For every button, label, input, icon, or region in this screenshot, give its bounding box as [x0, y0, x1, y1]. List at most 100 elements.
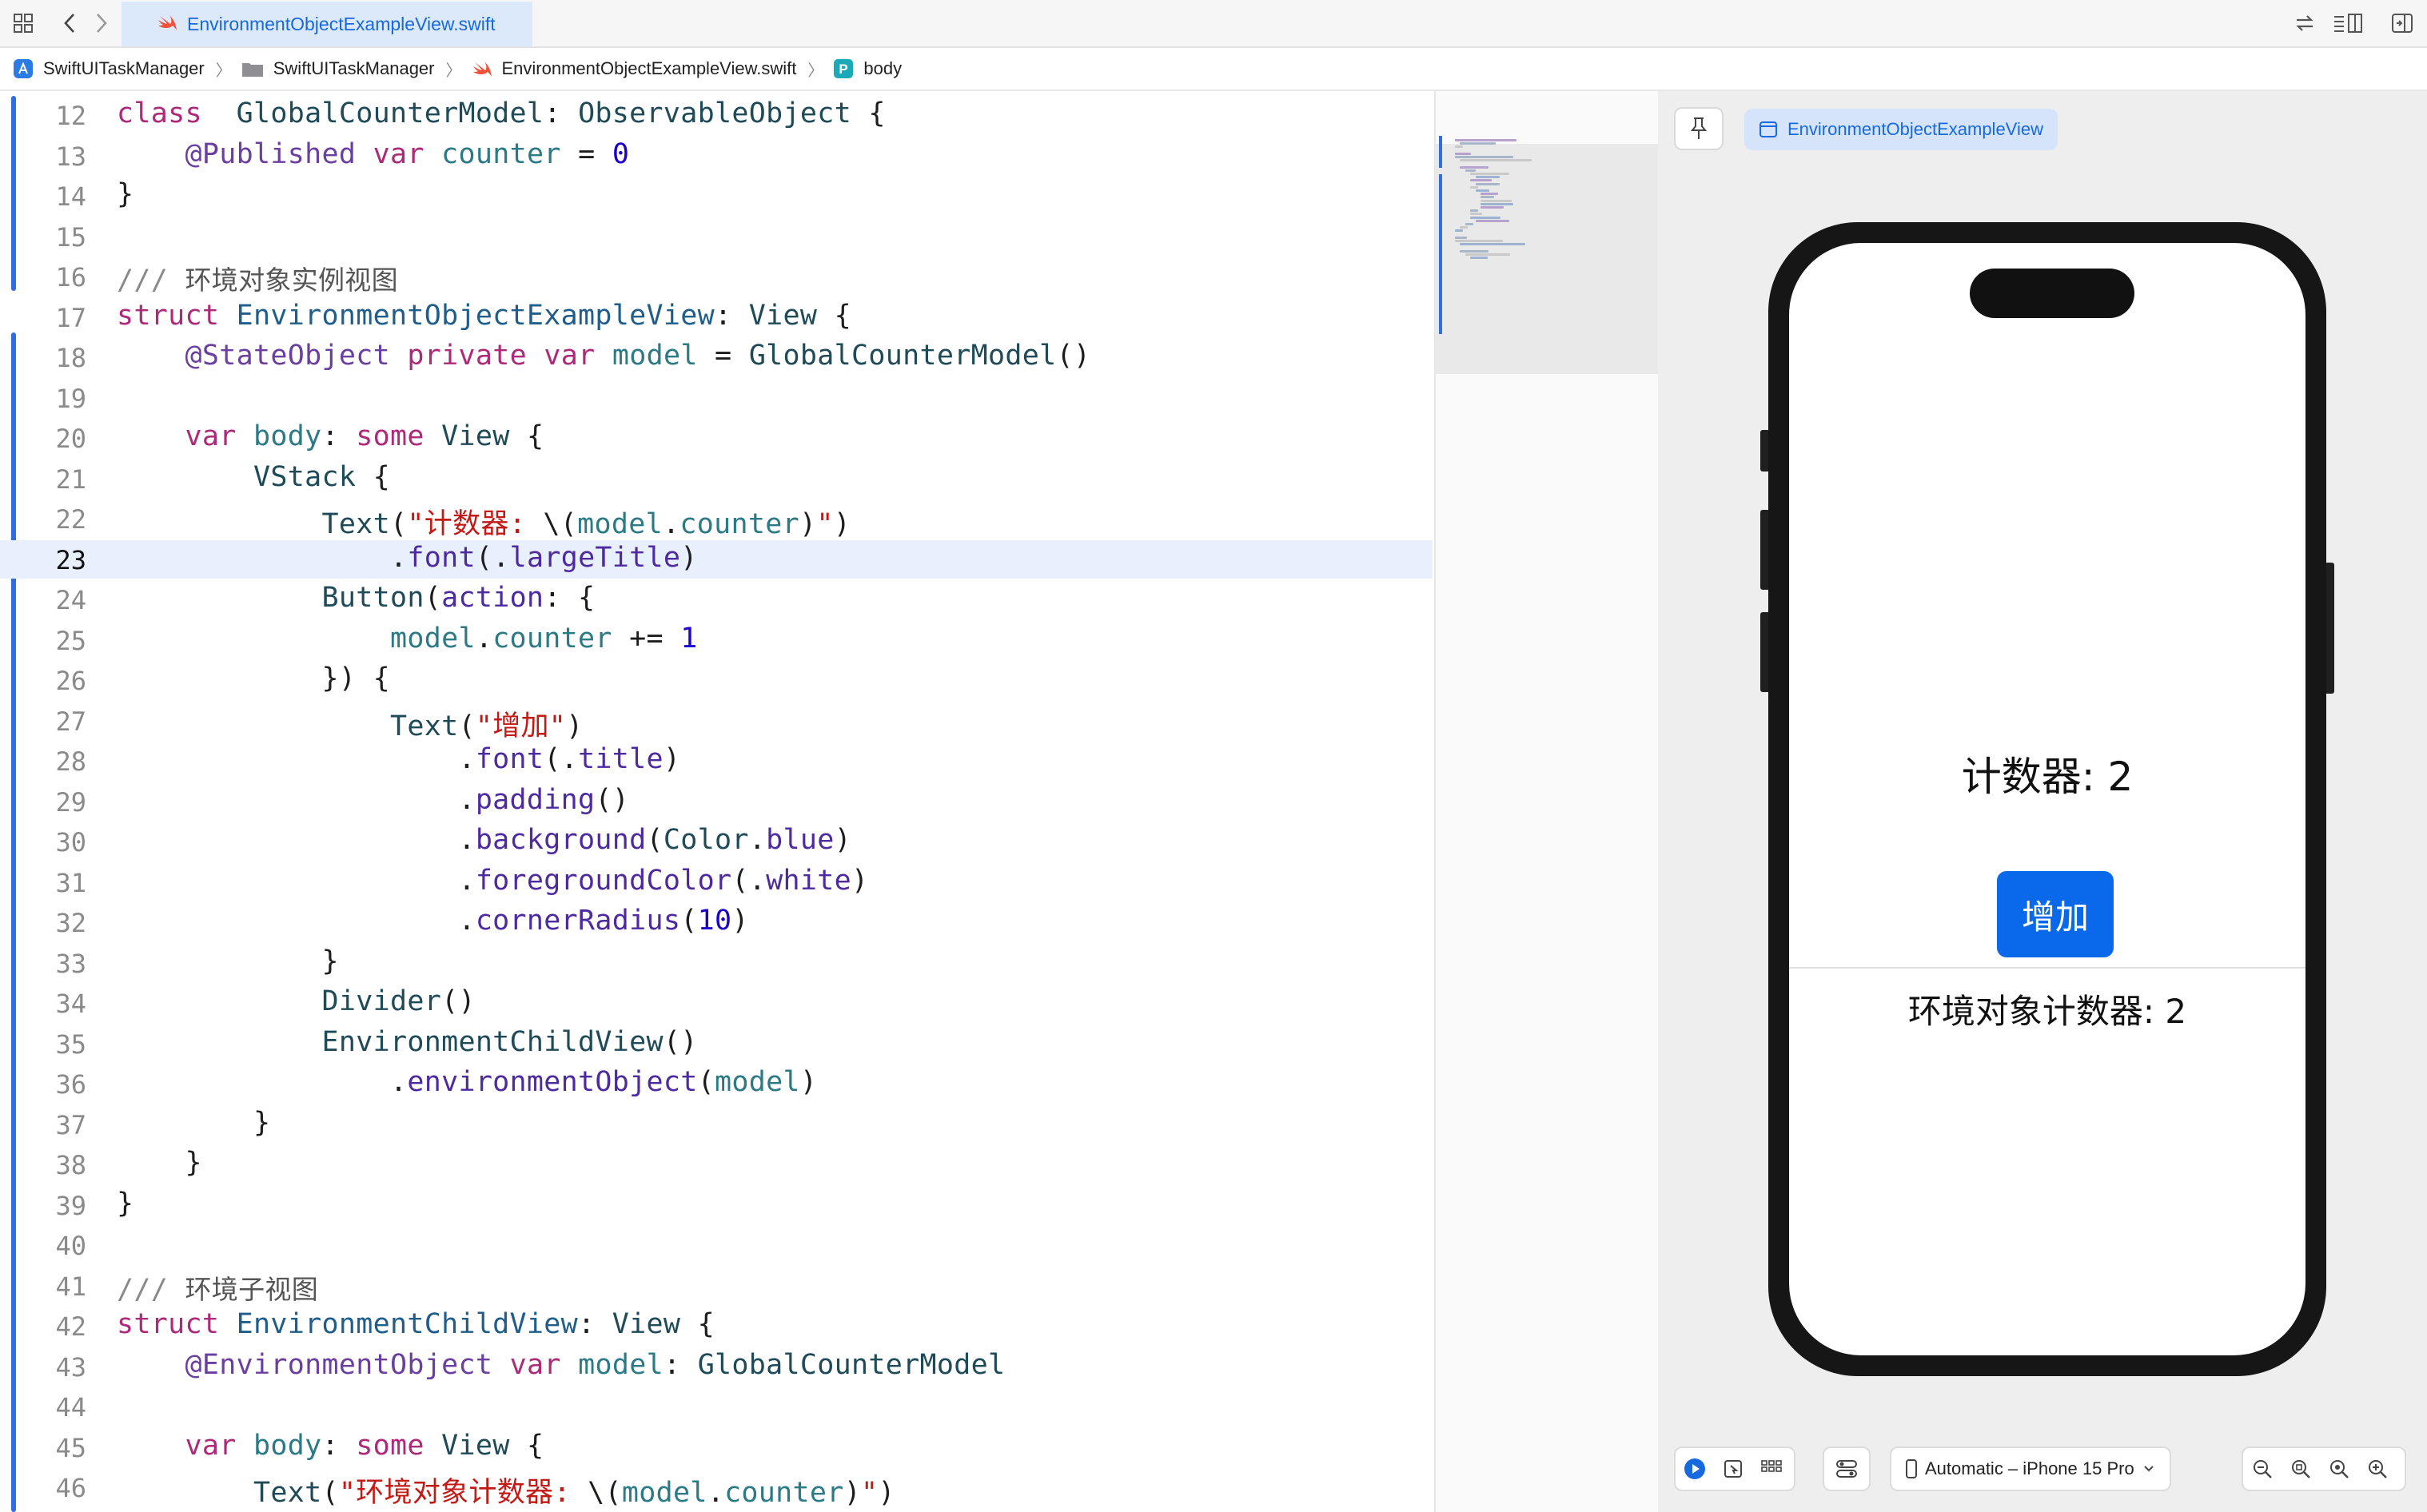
- minimap-line: [1465, 253, 1510, 256]
- code-line[interactable]: 34 Divider(): [0, 984, 1433, 1022]
- line-number: 32: [55, 908, 86, 938]
- code-line[interactable]: 27 Text("增加"): [0, 702, 1433, 742]
- code-text: Text("计数器: \(model.counter)"): [321, 508, 851, 540]
- tab-title: EnvironmentObjectExampleView.swift: [187, 13, 496, 34]
- code-line[interactable]: 26 }) {: [0, 661, 1433, 699]
- code-editor[interactable]: 12 class GlobalCounterModel: ObservableOb…: [0, 91, 1433, 1512]
- code-line[interactable]: 22 Text("计数器: \(model.counter)"): [0, 499, 1433, 540]
- breadcrumb-folder[interactable]: SwiftUITaskManager: [241, 58, 435, 79]
- code-line[interactable]: 47 .font(.title): [0, 1509, 1433, 1512]
- code-text: var body: some View {: [185, 1429, 544, 1462]
- forward-icon[interactable]: [90, 11, 114, 35]
- code-text: struct EnvironmentChildView: View {: [117, 1308, 715, 1340]
- code-text: }) {: [117, 662, 390, 694]
- line-number: 42: [55, 1311, 86, 1342]
- code-line[interactable]: 15: [0, 217, 1433, 256]
- breadcrumb-symbol[interactable]: P body: [833, 58, 902, 79]
- tab-active-file[interactable]: EnvironmentObjectExampleView.swift: [122, 2, 532, 46]
- code-line[interactable]: 44: [0, 1387, 1433, 1426]
- minimap-line: [1455, 240, 1503, 242]
- device-selector[interactable]: Automatic – iPhone 15 Pro: [1890, 1446, 2171, 1491]
- pin-icon: [1689, 117, 1708, 141]
- code-line[interactable]: 36 .environmentObject(model): [0, 1064, 1433, 1103]
- code-line[interactable]: 21 VStack {: [0, 460, 1433, 498]
- zoom-out-icon[interactable]: [2243, 1448, 2282, 1490]
- line-number: 31: [55, 867, 86, 898]
- code-line[interactable]: 12 class GlobalCounterModel: ObservableOb…: [0, 96, 1433, 134]
- code-line[interactable]: 13 @Published var counter = 0: [0, 137, 1433, 175]
- code-text: .font(.largeTitle): [117, 541, 698, 574]
- line-number: 15: [55, 221, 86, 253]
- code-line[interactable]: 24 Button(action: {: [0, 580, 1433, 619]
- device-icon: [1906, 1459, 1917, 1478]
- code-line[interactable]: 16 /// 环境对象实例视图: [0, 257, 1433, 296]
- line-number: 38: [55, 1150, 86, 1180]
- code-line[interactable]: 18 @StateObject private var model = Glob…: [0, 338, 1433, 376]
- line-number: 43: [55, 1351, 86, 1383]
- code-line[interactable]: 41 /// 环境子视图: [0, 1267, 1433, 1306]
- back-icon[interactable]: [58, 11, 82, 35]
- divider: [1789, 967, 2305, 969]
- sidebar-toggle-icon[interactable]: [2390, 11, 2414, 35]
- code-line[interactable]: 31 .foregroundColor(.white): [0, 863, 1433, 901]
- code-line[interactable]: 42 struct EnvironmentChildView: View {: [0, 1307, 1433, 1345]
- code-line[interactable]: 39}: [0, 1186, 1433, 1224]
- zoom-actual-icon[interactable]: [2358, 1448, 2397, 1490]
- minimap-line: [1460, 249, 1489, 253]
- code-line[interactable]: 38 }: [0, 1145, 1433, 1184]
- line-number: 14: [55, 181, 86, 212]
- code-line[interactable]: 20 var body: some View {: [0, 419, 1433, 457]
- code-line[interactable]: 23 .font(.largeTitle): [0, 539, 1433, 579]
- code-line[interactable]: 28 .font(.title): [0, 742, 1433, 780]
- code-line[interactable]: 14}: [0, 177, 1433, 215]
- zoom-fit-icon[interactable]: [2282, 1448, 2320, 1490]
- code-line[interactable]: 25 model.counter += 1: [0, 621, 1433, 659]
- code-line[interactable]: 43 @EnvironmentObject var model: GlobalC…: [0, 1347, 1433, 1386]
- zoom-in-icon[interactable]: [2320, 1448, 2358, 1490]
- code-line[interactable]: 29 .padding(): [0, 782, 1433, 821]
- chevron-right-icon: 〉: [215, 62, 232, 80]
- minimap[interactable]: [1434, 91, 1660, 1512]
- code-text: Text("增加"): [389, 710, 584, 742]
- breadcrumb-project[interactable]: SwiftUITaskManager: [13, 58, 205, 79]
- minimap-line: [1455, 139, 1516, 141]
- code-text: /// 环境子视图: [117, 1273, 318, 1306]
- minimap-line: [1465, 169, 1477, 172]
- code-line[interactable]: 37 }: [0, 1105, 1433, 1144]
- line-number: 18: [55, 343, 86, 373]
- select-icon[interactable]: [1714, 1448, 1752, 1490]
- code-line[interactable]: 32 .cornerRadius(10): [0, 903, 1433, 941]
- code-line[interactable]: 17 struct EnvironmentObjectExampleView: V…: [0, 298, 1433, 336]
- environment-counter-label: 环境对象计数器: 2: [1907, 992, 2187, 1031]
- code-text: class GlobalCounterModel: ObservableObje…: [117, 97, 886, 129]
- minimap-viewport[interactable]: [1436, 144, 1658, 374]
- code-line[interactable]: 35 EnvironmentChildView(): [0, 1025, 1433, 1063]
- line-number: 41: [55, 1271, 86, 1302]
- line-number: 20: [55, 424, 86, 454]
- breadcrumb-file[interactable]: EnvironmentObjectExampleView.swift: [472, 58, 796, 79]
- svg-text:P: P: [839, 62, 848, 77]
- preview-selector-chip[interactable]: EnvironmentObjectExampleView: [1744, 109, 2058, 150]
- code-line[interactable]: 19: [0, 379, 1433, 417]
- code-line[interactable]: 46 Text("环境对象计数器: \(model.counter)"): [0, 1468, 1433, 1509]
- code-line[interactable]: 33 }: [0, 944, 1433, 982]
- code-line[interactable]: 45 var body: some View {: [0, 1428, 1433, 1466]
- pin-button[interactable]: [1674, 107, 1724, 150]
- grid-variants-icon[interactable]: [1752, 1448, 1791, 1490]
- code-line[interactable]: 30 .background(Color.blue): [0, 822, 1433, 861]
- increment-button[interactable]: 增加: [1997, 871, 2114, 957]
- inspector-icon[interactable]: [2333, 11, 2365, 35]
- line-number: 39: [55, 1190, 86, 1221]
- play-icon[interactable]: [1676, 1448, 1714, 1490]
- grid-icon[interactable]: [11, 11, 35, 35]
- preview-canvas: EnvironmentObjectExampleView 计数器: 2 增加 环…: [1658, 91, 2427, 1512]
- code-text: @EnvironmentObject var model: GlobalCoun…: [185, 1348, 1006, 1381]
- minimap-change-bar: [1439, 174, 1442, 334]
- code-text: struct EnvironmentObjectExampleView: Vie…: [117, 299, 852, 332]
- minimap-line: [1481, 193, 1499, 196]
- code-line[interactable]: 40: [0, 1226, 1433, 1264]
- refresh-icon[interactable]: [2293, 11, 2317, 35]
- code-text: /// 环境对象实例视图: [117, 265, 398, 296]
- device-settings-button[interactable]: [1823, 1446, 1871, 1491]
- code-text: .foregroundColor(.white): [117, 864, 869, 897]
